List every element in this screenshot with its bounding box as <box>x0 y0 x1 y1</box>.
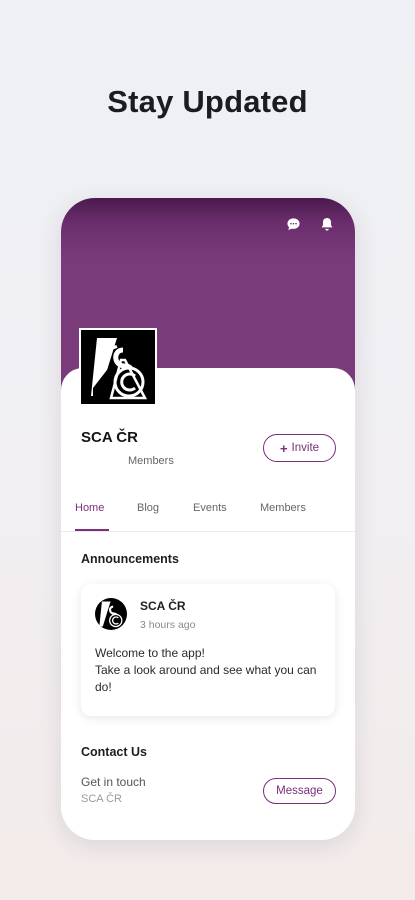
sca-logo-icon <box>99 601 123 628</box>
contact-subtitle: SCA ČR <box>81 793 122 805</box>
author-avatar <box>95 598 127 630</box>
post-body: Welcome to the app! Take a look around a… <box>95 646 317 694</box>
header-icons <box>285 216 335 232</box>
invite-label: Invite <box>291 442 320 454</box>
tab-events[interactable]: Events <box>193 502 227 514</box>
announcements-title: Announcements <box>81 552 179 566</box>
plus-icon: + <box>279 440 288 456</box>
tab-blog[interactable]: Blog <box>137 502 159 514</box>
group-logo <box>79 328 157 406</box>
phone-mockup: SCA ČR Members + Invite Home Blog Events… <box>61 198 355 840</box>
group-name: SCA ČR <box>81 429 138 446</box>
message-button[interactable]: Message <box>263 778 336 804</box>
tab-bar: Home Blog Events Members <box>61 498 355 532</box>
page-headline: Stay Updated <box>107 84 308 119</box>
sca-logo-icon <box>91 338 148 400</box>
active-tab-indicator <box>75 529 109 531</box>
chat-icon[interactable] <box>285 216 301 232</box>
contact-title: Contact Us <box>81 745 147 759</box>
invite-button[interactable]: + Invite <box>263 434 336 462</box>
members-label[interactable]: Members <box>128 455 174 467</box>
bell-icon[interactable] <box>319 216 335 232</box>
tab-members[interactable]: Members <box>260 502 306 514</box>
post-author: SCA ČR <box>140 599 186 613</box>
tab-home[interactable]: Home <box>75 502 104 514</box>
contact-label: Get in touch <box>81 775 146 789</box>
post-timestamp: 3 hours ago <box>140 619 196 631</box>
announcement-post[interactable]: SCA ČR 3 hours ago Welcome to the app! T… <box>81 584 335 716</box>
